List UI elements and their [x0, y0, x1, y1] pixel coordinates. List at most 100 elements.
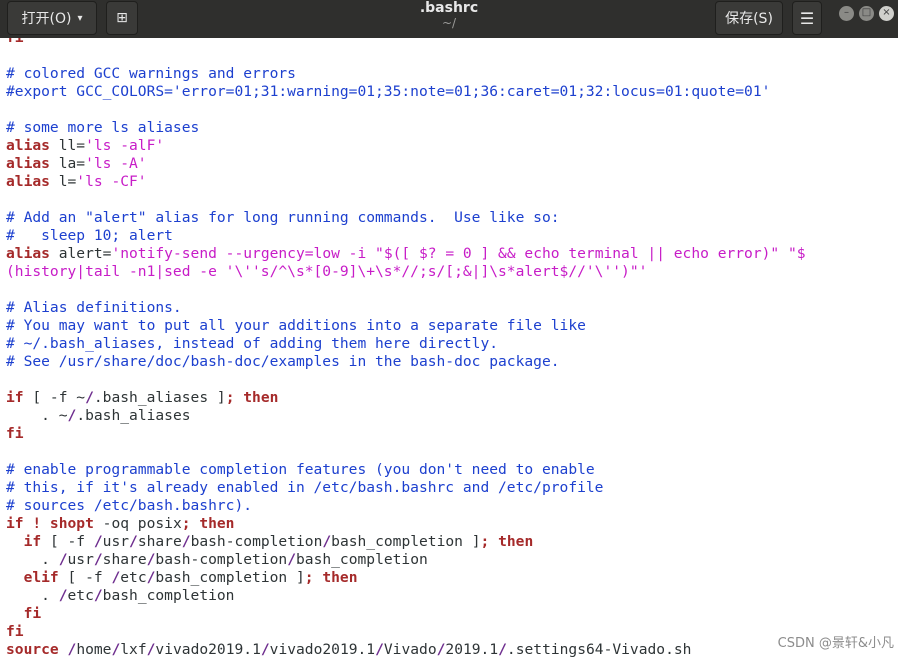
code-token: etc: [67, 587, 94, 604]
code-token: . ~: [6, 407, 68, 424]
code-token: lxf: [120, 641, 147, 657]
code-token: # enable programmable completion feature…: [6, 461, 595, 478]
code-line: . ~/.bash_aliases: [6, 407, 806, 425]
code-token: /: [58, 551, 68, 568]
code-token: if: [6, 389, 24, 406]
code-token: # Alias definitions.: [6, 299, 182, 316]
save-button-label: 保存(S): [725, 11, 773, 27]
code-line: fi: [6, 425, 806, 443]
code-token: /: [287, 551, 296, 568]
code-line: # You may want to put all your additions…: [6, 317, 806, 335]
maximize-button[interactable]: □: [859, 6, 874, 21]
code-token: fi: [6, 425, 24, 442]
code-line: (history|tail -n1|sed -e '\''s/^\s*[0-9]…: [6, 263, 806, 281]
hamburger-menu-icon: ☰: [799, 8, 815, 28]
code-token: /: [93, 587, 103, 604]
code-token: home: [76, 641, 112, 657]
minimize-icon: –: [844, 7, 849, 18]
code-token: ll=: [49, 137, 86, 154]
code-token: # See /usr/share/doc/bash-doc/examples i…: [6, 353, 560, 370]
code-token: if ! shopt: [6, 515, 94, 532]
code-token: alias: [6, 173, 50, 190]
code-line: ​: [6, 47, 806, 65]
code-token: /: [93, 551, 103, 568]
code-token: ; then: [480, 533, 534, 550]
close-button[interactable]: ×: [879, 6, 894, 21]
code-token: l=: [49, 173, 77, 190]
code-line: alias ll='ls -alF': [6, 137, 806, 155]
code-token: .settings64-Vivado.sh: [506, 641, 692, 657]
code-line: alias l='ls -CF': [6, 173, 806, 191]
code-line: # sources /etc/bash.bashrc).: [6, 497, 806, 515]
minimize-button[interactable]: –: [839, 6, 854, 21]
code-token: /: [322, 533, 332, 550]
code-token: alert=: [49, 245, 112, 262]
code-token: 'ls -A': [85, 155, 147, 172]
code-token: [ -f ~: [23, 389, 86, 406]
code-token: vivado2019.1: [269, 641, 376, 657]
header-bar: 打开(O) ▾ ⊞ .bashrc ~/ 保存(S) ☰ – □ ×: [0, 0, 898, 38]
code-token: /: [58, 587, 68, 604]
code-line: #export GCC_COLORS='error=01;31:warning=…: [6, 83, 806, 101]
code-line: if [ -f /usr/share/bash-completion/bash_…: [6, 533, 806, 551]
code-token: ; then: [181, 515, 235, 532]
code-line: # Alias definitions.: [6, 299, 806, 317]
close-icon: ×: [882, 7, 891, 18]
code-line: fi: [6, 623, 806, 641]
code-token: /: [85, 389, 94, 406]
code-line: alias la='ls -A': [6, 155, 806, 173]
code-line: . /usr/share/bash-completion/bash_comple…: [6, 551, 806, 569]
code-token: source: [6, 641, 59, 657]
watermark: CSDN @景轩&小凡: [777, 636, 894, 651]
code-token: usr: [67, 551, 94, 568]
code-token: -oq posix: [93, 515, 182, 532]
code-line: alias alert='notify-send --urgency=low -…: [6, 245, 806, 263]
code-token: bash-completion: [190, 533, 323, 550]
code-token: # this, if it's already enabled in /etc/…: [6, 479, 604, 496]
code-line: # this, if it's already enabled in /etc/…: [6, 479, 806, 497]
code-token: /: [93, 533, 103, 550]
code-token: bash_completion: [296, 551, 428, 568]
code-token: bash-completion: [155, 551, 288, 568]
code-token: alias: [6, 245, 50, 262]
code-line: if [ -f ~/.bash_aliases ]; then: [6, 389, 806, 407]
code-token: .: [6, 551, 59, 568]
code-token: [ -f: [41, 533, 94, 550]
maximize-icon: □: [861, 7, 872, 18]
code-token: 'notify-send --urgency=low -i "$([ $? = …: [111, 245, 806, 262]
code-line: ​: [6, 281, 806, 299]
code-token: /: [111, 641, 121, 657]
text-editor-area[interactable]: fi​# colored GCC warnings and errors#exp…: [0, 38, 898, 657]
code-line: # enable programmable completion feature…: [6, 461, 806, 479]
save-button[interactable]: 保存(S): [715, 1, 783, 35]
code-token: /: [67, 641, 77, 657]
code-token: usr: [102, 533, 130, 550]
code-line: # some more ls aliases: [6, 119, 806, 137]
code-content: fi​# colored GCC warnings and errors#exp…: [6, 38, 806, 657]
code-token: .bash_aliases ]: [93, 389, 226, 406]
code-token: bash_completion ]: [331, 533, 481, 550]
code-token: alias: [6, 137, 50, 154]
code-token: 'ls -CF': [76, 173, 147, 190]
code-line: . /etc/bash_completion: [6, 587, 806, 605]
code-token: # ~/.bash_aliases, instead of adding the…: [6, 335, 499, 352]
code-token: 'ls -alF': [85, 137, 165, 154]
code-token: [ -f: [58, 569, 112, 586]
code-token: # You may want to put all your additions…: [6, 317, 586, 334]
hamburger-menu-button[interactable]: ☰: [792, 1, 822, 35]
code-token: # Add an "alert" alias for long running …: [6, 209, 560, 226]
code-token: # some more ls aliases: [6, 119, 200, 136]
code-token: /: [181, 533, 191, 550]
code-token: la=: [49, 155, 86, 172]
code-token: /: [67, 407, 77, 424]
code-token: ; then: [304, 569, 358, 586]
code-token: /: [498, 641, 507, 657]
code-line: fi: [6, 38, 806, 47]
code-token: (history|tail -n1|sed -e '\''s/^\s*[0-9]…: [6, 263, 648, 280]
code-line: # Add an "alert" alias for long running …: [6, 209, 806, 227]
code-line: ​: [6, 443, 806, 461]
code-token: /: [375, 641, 384, 657]
